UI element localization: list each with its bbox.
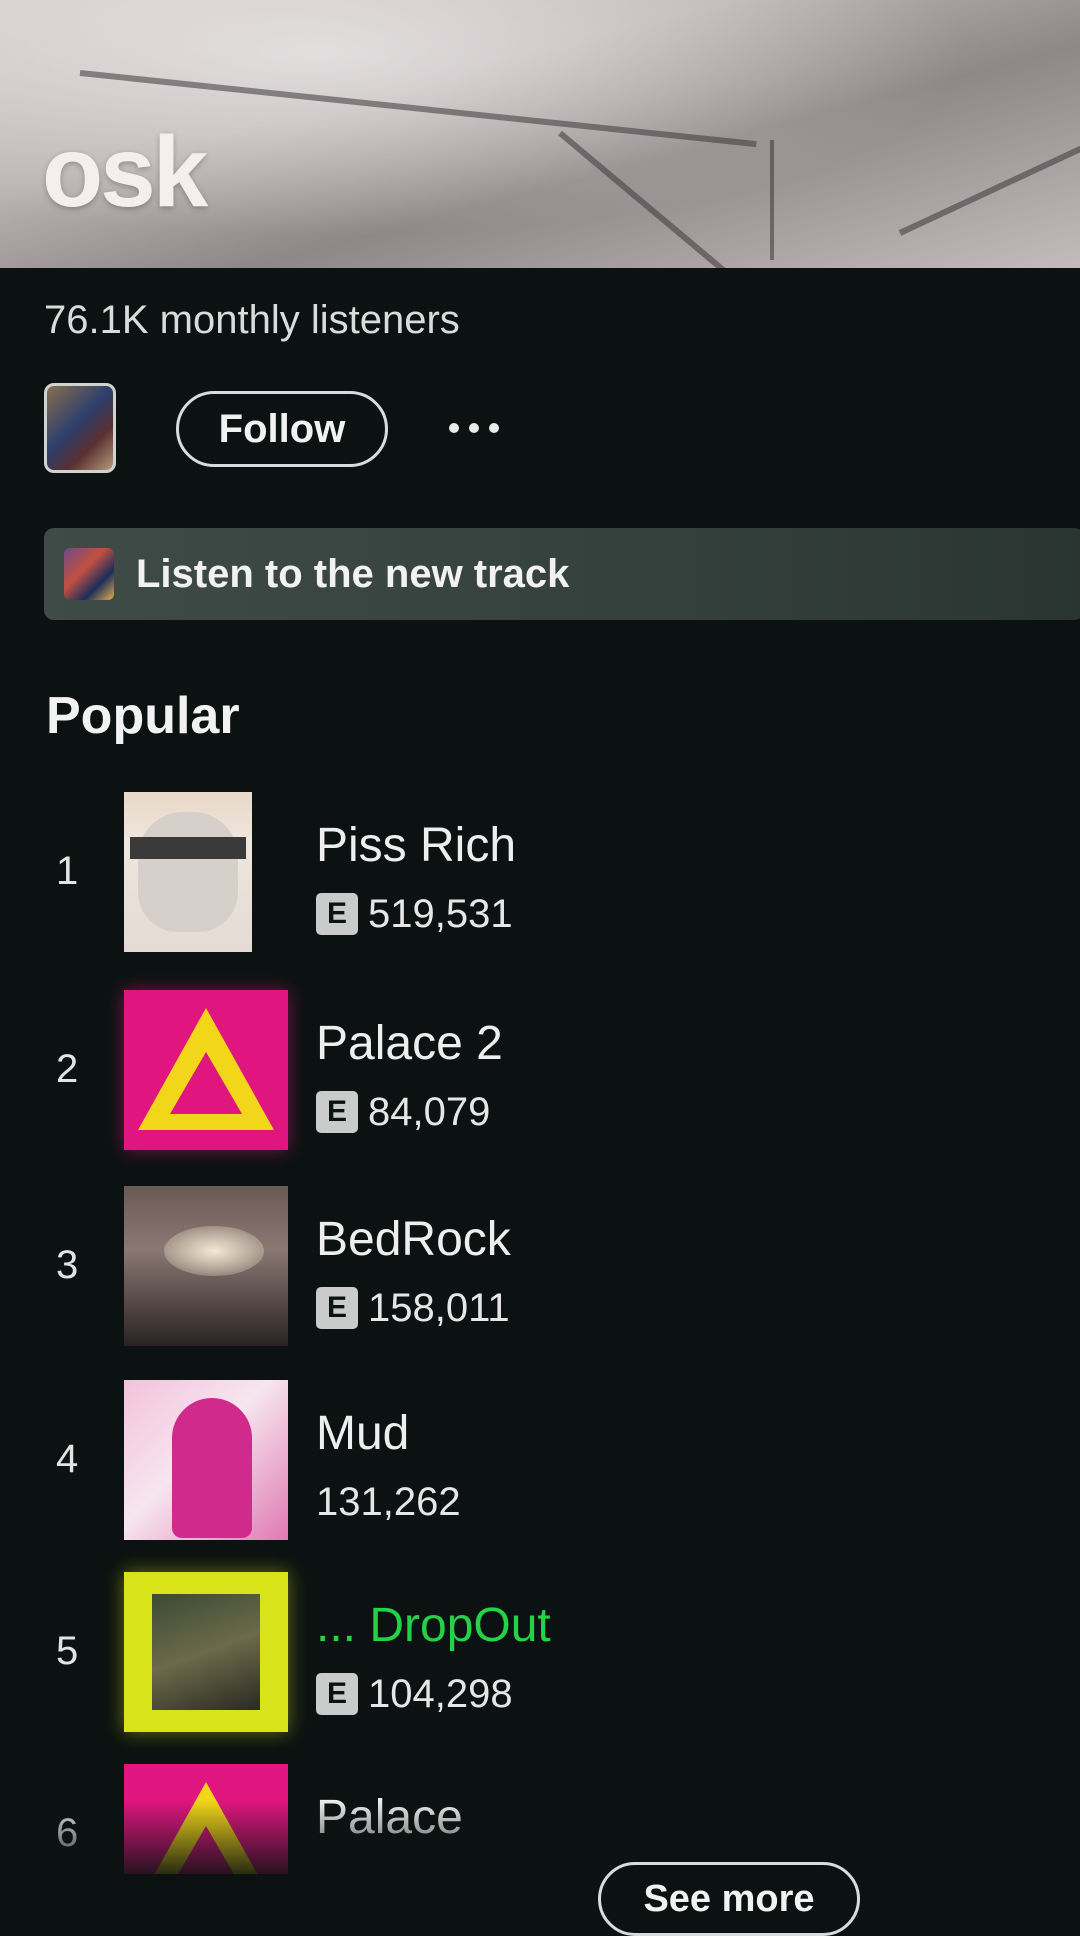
- track-row[interactable]: 1 Piss Rich E 519,531: [0, 786, 1080, 956]
- artist-name: osk: [42, 116, 208, 228]
- see-more-button[interactable]: See more: [598, 1862, 860, 1936]
- banner-texture: [558, 130, 815, 268]
- promo-artwork: [64, 548, 114, 600]
- album-art: [124, 1572, 288, 1732]
- more-horizontal-icon[interactable]: [449, 423, 499, 435]
- track-title: BedRock: [316, 1213, 511, 1266]
- explicit-badge: E: [316, 1287, 358, 1329]
- track-row[interactable]: 2 Palace 2 E 84,079: [0, 984, 1080, 1154]
- track-title: Palace 2: [316, 1017, 503, 1070]
- explicit-badge: E: [316, 1673, 358, 1715]
- track-rank: 3: [56, 1242, 79, 1287]
- banner-texture: [770, 140, 774, 260]
- track-rank: 2: [56, 1046, 79, 1091]
- track-title: Piss Rich: [316, 819, 517, 872]
- track-rank: 5: [56, 1628, 79, 1673]
- play-count: 131,262: [316, 1479, 461, 1524]
- track-meta: E 84,079: [316, 1089, 490, 1135]
- new-track-promo-button[interactable]: Listen to the new track: [44, 528, 1080, 620]
- artist-pick-thumbnail[interactable]: [44, 383, 116, 473]
- track-meta: E 519,531: [316, 891, 513, 937]
- play-count: 158,011: [368, 1285, 510, 1330]
- explicit-badge: E: [316, 1091, 358, 1133]
- track-row[interactable]: 3 BedRock E 158,011: [0, 1180, 1080, 1350]
- track-meta: 131,262: [316, 1479, 461, 1525]
- track-title: Mud: [316, 1407, 410, 1460]
- track-title-playing: ... DropOut: [316, 1599, 551, 1652]
- track-meta: E 104,298: [316, 1671, 513, 1717]
- list-fade-overlay: [0, 1800, 1080, 1920]
- artist-controls: Follow: [44, 383, 1044, 479]
- palace-triangle-logo: [138, 1008, 274, 1130]
- play-count: 519,531: [368, 891, 513, 936]
- follow-button[interactable]: Follow: [176, 391, 388, 467]
- explicit-badge: E: [316, 893, 358, 935]
- album-art: [124, 792, 252, 952]
- promo-label: Listen to the new track: [136, 551, 570, 596]
- monthly-listeners: 76.1K monthly listeners: [44, 298, 460, 342]
- track-row[interactable]: 4 Mud 131,262: [0, 1374, 1080, 1544]
- track-rank: 1: [56, 848, 79, 893]
- track-row[interactable]: 5 ... DropOut E 104,298: [0, 1566, 1080, 1736]
- play-count: 84,079: [368, 1089, 491, 1134]
- play-count: 104,298: [368, 1671, 513, 1716]
- popular-heading: Popular: [46, 687, 240, 745]
- album-art: [124, 1186, 288, 1346]
- track-rank: 4: [56, 1436, 79, 1481]
- album-art: [124, 1380, 288, 1540]
- artist-header-banner: osk: [0, 0, 1080, 268]
- track-meta: E 158,011: [316, 1285, 510, 1331]
- banner-texture: [898, 145, 1080, 236]
- album-art: [124, 990, 288, 1150]
